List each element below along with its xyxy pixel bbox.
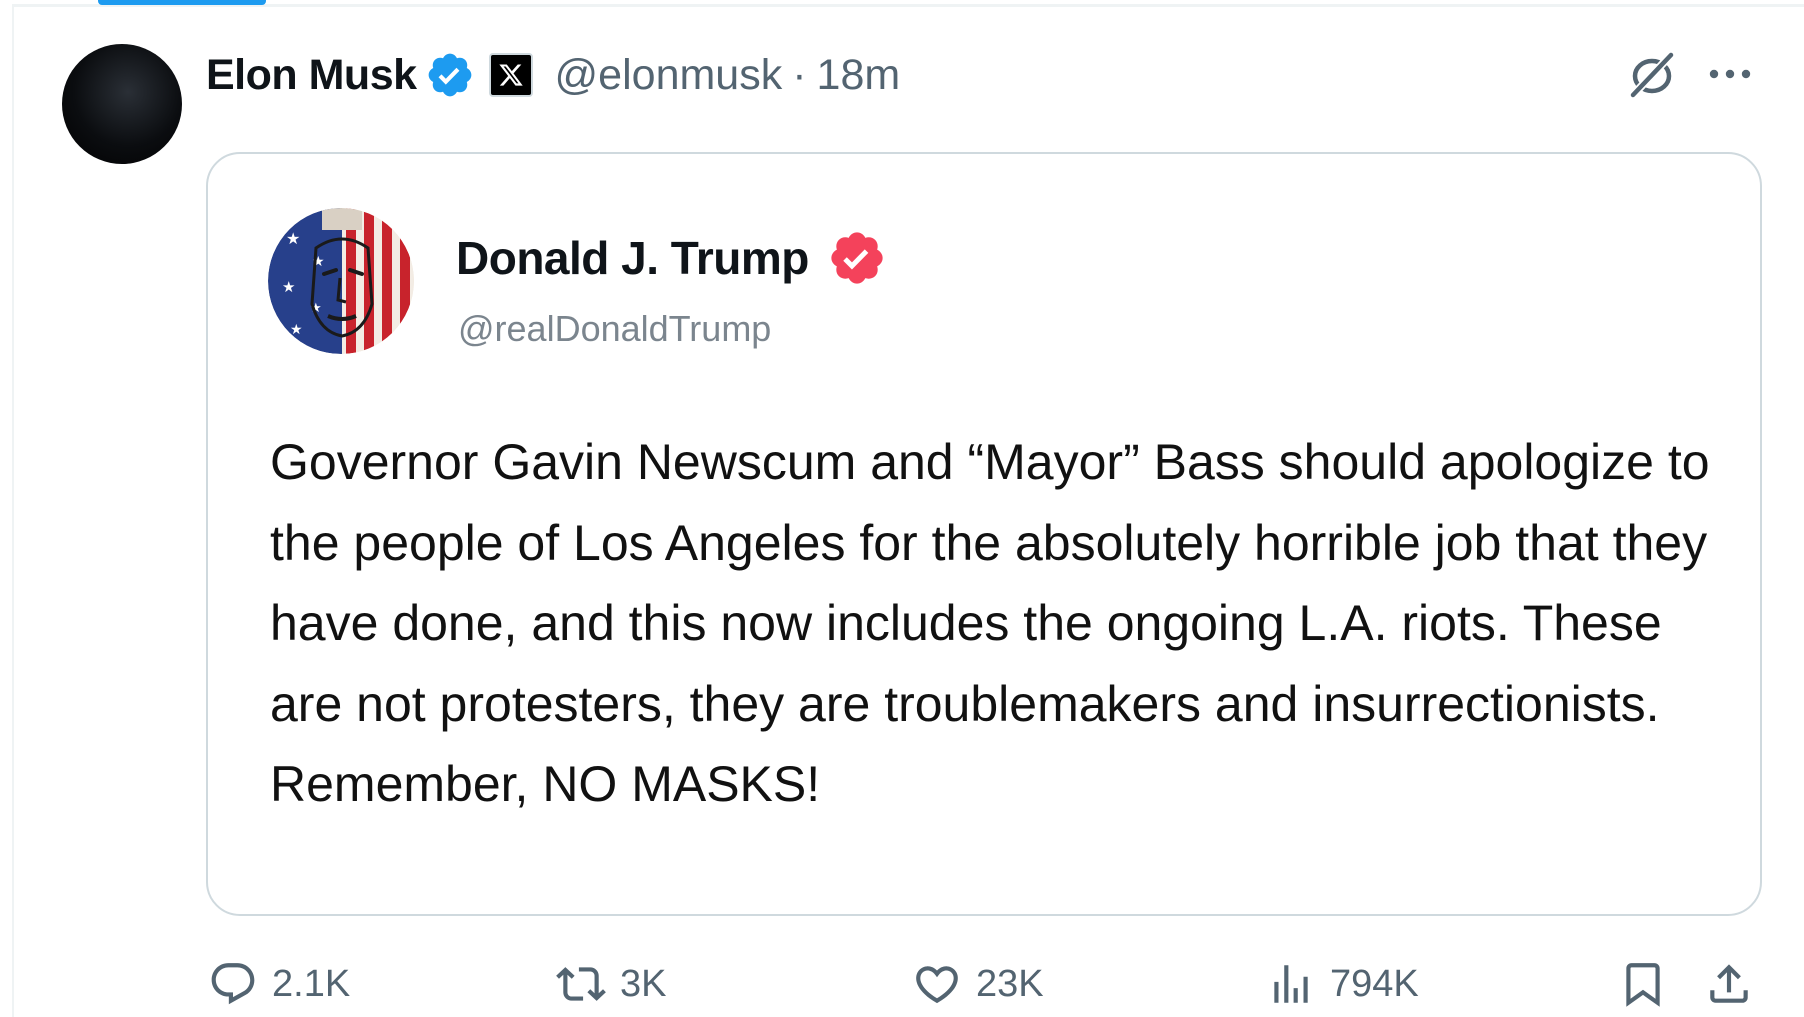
handle-and-time: @elonmusk · 18m: [555, 51, 901, 100]
bookmark-button[interactable]: [1618, 954, 1668, 1014]
retweet-button[interactable]: 3K: [556, 954, 666, 1014]
heart-icon: [916, 966, 958, 1004]
author-display-name[interactable]: Elon Musk: [206, 51, 417, 100]
svg-text:★: ★: [290, 322, 303, 338]
svg-text:★: ★: [282, 278, 295, 296]
retweet-icon: [556, 967, 606, 1001]
retweet-count: 3K: [620, 962, 667, 1005]
separator-dot: ·: [792, 50, 807, 99]
quoted-post-card[interactable]: ★ ★ ★ ★ ★ Donald J. Trump @realDonaldTru…: [206, 152, 1762, 916]
active-tab-indicator: [98, 0, 266, 5]
quote-author-handle[interactable]: @realDonaldTrump: [458, 308, 771, 350]
tweet-header: Elon Musk @elonmusk · 18m: [206, 42, 900, 108]
svg-text:★: ★: [286, 229, 300, 248]
share-button[interactable]: [1704, 954, 1754, 1014]
verified-red-icon[interactable]: [827, 228, 887, 288]
views-icon: [1274, 965, 1308, 1003]
views-button[interactable]: 794K: [1266, 954, 1419, 1014]
tweet-action-bar: 2.1K 3K 23K 794K: [0, 954, 1804, 1014]
flag-painted-face-avatar: ★ ★ ★ ★ ★: [268, 208, 414, 354]
column-border: [12, 4, 14, 1017]
reply-icon: [211, 963, 255, 1005]
author-avatar[interactable]: [62, 44, 182, 164]
x-affiliate-icon[interactable]: [488, 53, 533, 97]
verified-blue-icon[interactable]: [425, 50, 475, 100]
grok-icon[interactable]: [1624, 46, 1680, 102]
timeline-divider: [14, 4, 1804, 7]
views-count: 794K: [1330, 962, 1419, 1005]
like-count: 23K: [976, 962, 1044, 1005]
like-button[interactable]: 23K: [912, 954, 1044, 1014]
reply-button[interactable]: 2.1K: [208, 954, 350, 1014]
quote-author-display-name[interactable]: Donald J. Trump: [456, 231, 809, 285]
reply-count: 2.1K: [272, 962, 351, 1005]
x-logo-icon: [498, 64, 523, 86]
quote-author-avatar[interactable]: ★ ★ ★ ★ ★: [268, 208, 414, 354]
quote-name-row: Donald J. Trump: [456, 228, 887, 288]
share-icon: [1710, 964, 1748, 1003]
more-icon[interactable]: [1706, 54, 1754, 94]
tweet-timestamp[interactable]: 18m: [817, 51, 901, 100]
author-handle[interactable]: @elonmusk: [555, 51, 783, 100]
bookmark-icon: [1626, 963, 1660, 1007]
quote-body-text: Governor Gavin Newscum and “Mayor” Bass …: [270, 434, 1724, 812]
